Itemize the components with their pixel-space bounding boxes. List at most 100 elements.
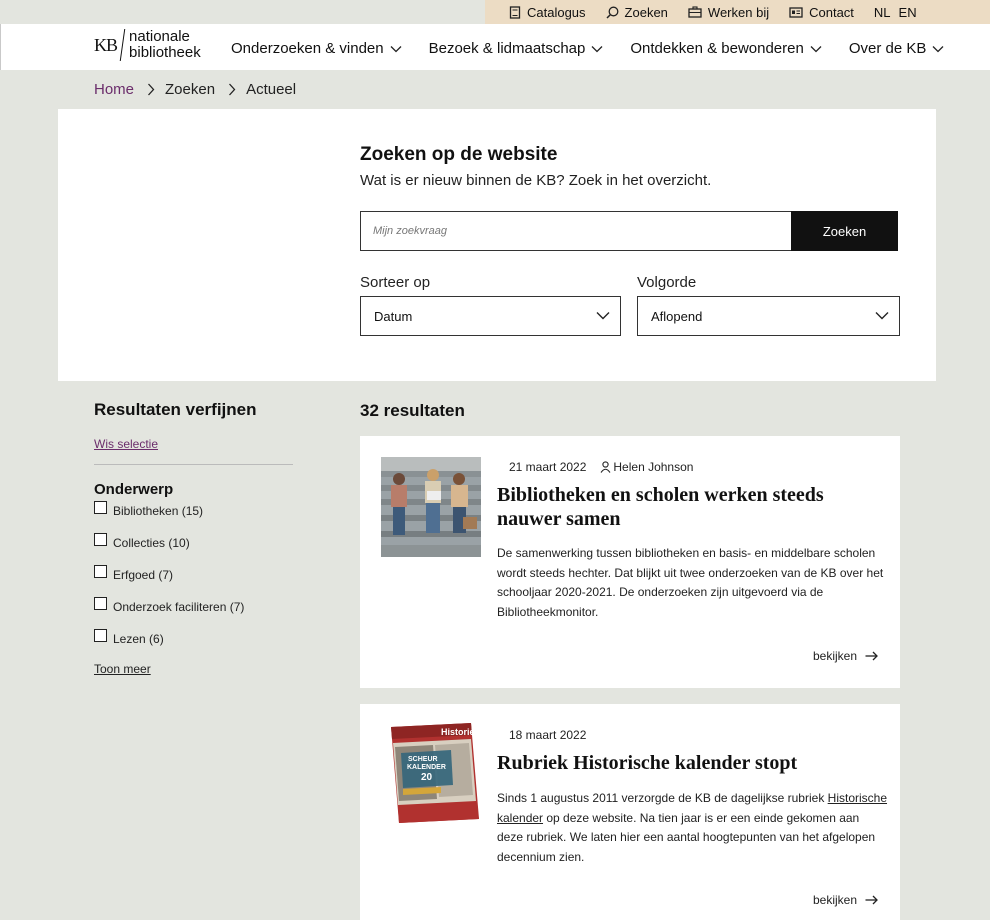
search-input[interactable]: Mijn zoekvraag <box>360 211 792 251</box>
filter-title: Resultaten verfijnen <box>94 400 257 419</box>
search-icon <box>606 6 618 19</box>
page-title: Zoeken op de website <box>360 144 558 165</box>
util-contact-link[interactable]: Contact <box>789 5 854 20</box>
clear-selection-link[interactable]: Wis selectie <box>94 437 158 451</box>
chevron-down-icon <box>875 312 889 320</box>
nav-over-de-kb[interactable]: Over de KB <box>849 40 945 57</box>
nav-ontdekken[interactable]: Ontdekken & bewonderen <box>630 40 822 57</box>
filter-option-label: Erfgoed (7) <box>113 568 174 582</box>
chevron-down-icon <box>596 312 610 320</box>
filter-option-label: Collecties (10) <box>113 536 190 550</box>
sort-select[interactable]: Datum <box>360 296 621 336</box>
nav-onderzoeken[interactable]: Onderzoeken & vinden <box>231 40 402 57</box>
result-title[interactable]: Rubriek Historische kalender stopt <box>497 751 887 775</box>
chevron-right-icon <box>228 83 236 96</box>
checkbox[interactable] <box>94 597 107 610</box>
contact-card-icon <box>789 6 803 18</box>
chevron-down-icon <box>932 45 944 52</box>
chevron-down-icon <box>591 45 603 52</box>
calendar-book-cover[interactable]: Historie SCHEUR KALENDER 20 <box>381 723 481 823</box>
checkbox[interactable] <box>94 501 107 514</box>
arrow-right-icon <box>865 895 878 905</box>
cover-text-2: KALENDER <box>407 764 446 771</box>
search-button[interactable]: Zoeken <box>791 211 898 251</box>
results-count: 32 resultaten <box>360 401 465 420</box>
chevron-down-icon <box>810 45 822 52</box>
filter-option-lezen[interactable]: Lezen (6) <box>94 629 294 661</box>
nav-bezoek-label: Bezoek & lidmaatschap <box>428 40 586 57</box>
lang-en[interactable]: EN <box>899 5 917 20</box>
filter-option-collecties[interactable]: Collecties (10) <box>94 533 294 565</box>
book-icon <box>509 5 521 19</box>
filter-option-label: Onderzoek faciliteren (7) <box>113 600 245 614</box>
util-zoeken-label: Zoeken <box>624 4 668 20</box>
checkbox[interactable] <box>94 565 107 578</box>
result-meta: 18 maart 2022 <box>509 728 586 742</box>
result-text: De samenwerking tussen bibliotheken en b… <box>497 546 884 619</box>
breadcrumb-zoeken[interactable]: Zoeken <box>165 81 215 98</box>
filter-option-bibliotheken[interactable]: Bibliotheken (15) <box>94 501 294 533</box>
arrow-right-icon <box>865 651 878 661</box>
util-werken-bij-label: Werken bij <box>707 4 770 20</box>
result-text: Sinds 1 augustus 2011 verzorgde de KB de… <box>497 789 887 867</box>
result-author-name: Helen Johnson <box>613 460 694 474</box>
view-link-label: bekijken <box>812 893 857 907</box>
chevron-right-icon <box>147 83 155 96</box>
util-catalogus-link[interactable]: Catalogus <box>509 5 586 20</box>
view-link[interactable]: bekijken <box>813 893 878 907</box>
breadcrumb-home[interactable]: Home <box>94 81 134 98</box>
result-card: Historie SCHEUR KALENDER 20 18 maart 202… <box>360 704 900 920</box>
util-contact-label: Contact <box>809 4 854 20</box>
show-more-link[interactable]: Toon meer <box>94 662 151 676</box>
page-subtitle: Wat is er nieuw binnen de KB? Zoek in he… <box>360 172 712 189</box>
cover-brand: Historie <box>441 727 475 737</box>
result-text-after: op deze website. Na tien jaar is er een … <box>497 810 876 864</box>
nav-ontdekken-label: Ontdekken & bewonderen <box>630 40 804 57</box>
result-text-before: Sinds 1 augustus 2011 verzorgde de KB de… <box>497 791 828 805</box>
result-date: 18 maart 2022 <box>509 728 587 742</box>
filter-group-title: Onderwerp <box>94 481 174 498</box>
filter-option-label: Bibliotheken (15) <box>113 504 204 518</box>
students-photo[interactable] <box>381 457 481 557</box>
filter-divider <box>94 464 293 465</box>
view-link-label: bekijken <box>812 649 857 663</box>
logo-line1: nationale <box>129 28 190 45</box>
filter-options: Bibliotheken (15) Collecties (10) Erfgoe… <box>94 501 294 661</box>
util-catalogus-label: Catalogus <box>527 4 586 20</box>
cover-text-3: 20 <box>421 772 433 783</box>
kb-logo[interactable]: KB nationale bibliotheek <box>94 25 201 65</box>
logo-line2: bibliotheek <box>129 44 201 61</box>
nav-onderzoeken-label: Onderzoeken & vinden <box>231 40 384 57</box>
filter-option-onderzoek-faciliteren[interactable]: Onderzoek faciliteren (7) <box>94 597 294 629</box>
lang-nl[interactable]: NL <box>874 5 891 20</box>
view-link[interactable]: bekijken <box>813 649 878 663</box>
breadcrumb: Home Zoeken Actueel <box>94 81 296 98</box>
logo-wordmark: nationale bibliotheek <box>129 29 201 61</box>
main-nav: Onderzoeken & vinden Bezoek & lidmaatsch… <box>231 40 971 57</box>
chevron-down-icon <box>390 45 402 52</box>
filter-option-label: Lezen (6) <box>113 632 164 646</box>
filter-sidebar: Resultaten verfijnen Wis selectie Onderw… <box>94 400 294 676</box>
filter-option-erfgoed[interactable]: Erfgoed (7) <box>94 565 294 597</box>
order-label: Volgorde <box>637 274 697 291</box>
result-title[interactable]: Bibliotheken en scholen werken steeds na… <box>497 483 887 531</box>
checkbox[interactable] <box>94 533 107 546</box>
result-date: 21 maart 2022 <box>509 460 587 474</box>
order-value: Aflopend <box>651 308 703 324</box>
order-select[interactable]: Aflopend <box>637 296 900 336</box>
result-meta: 21 maart 2022 Helen Johnson <box>509 460 693 474</box>
search-panel: Zoeken op de website Wat is er nieuw bin… <box>58 109 936 381</box>
result-card: 21 maart 2022 Helen Johnson Bibliotheken… <box>360 436 900 688</box>
person-icon <box>600 461 611 473</box>
sort-label: Sorteer op <box>360 274 431 291</box>
briefcase-icon <box>688 6 702 18</box>
logo-divider <box>119 29 126 61</box>
site-header: KB nationale bibliotheek Onderzoeken & v… <box>0 24 990 70</box>
breadcrumb-actueel: Actueel <box>246 81 297 98</box>
checkbox[interactable] <box>94 629 107 642</box>
util-zoeken-link[interactable]: Zoeken <box>606 5 668 20</box>
util-werken-bij-link[interactable]: Werken bij <box>688 5 769 20</box>
logo-mark: KB <box>94 34 118 55</box>
nav-bezoek[interactable]: Bezoek & lidmaatschap <box>429 40 604 57</box>
cover-text-1: SCHEUR <box>408 756 438 763</box>
